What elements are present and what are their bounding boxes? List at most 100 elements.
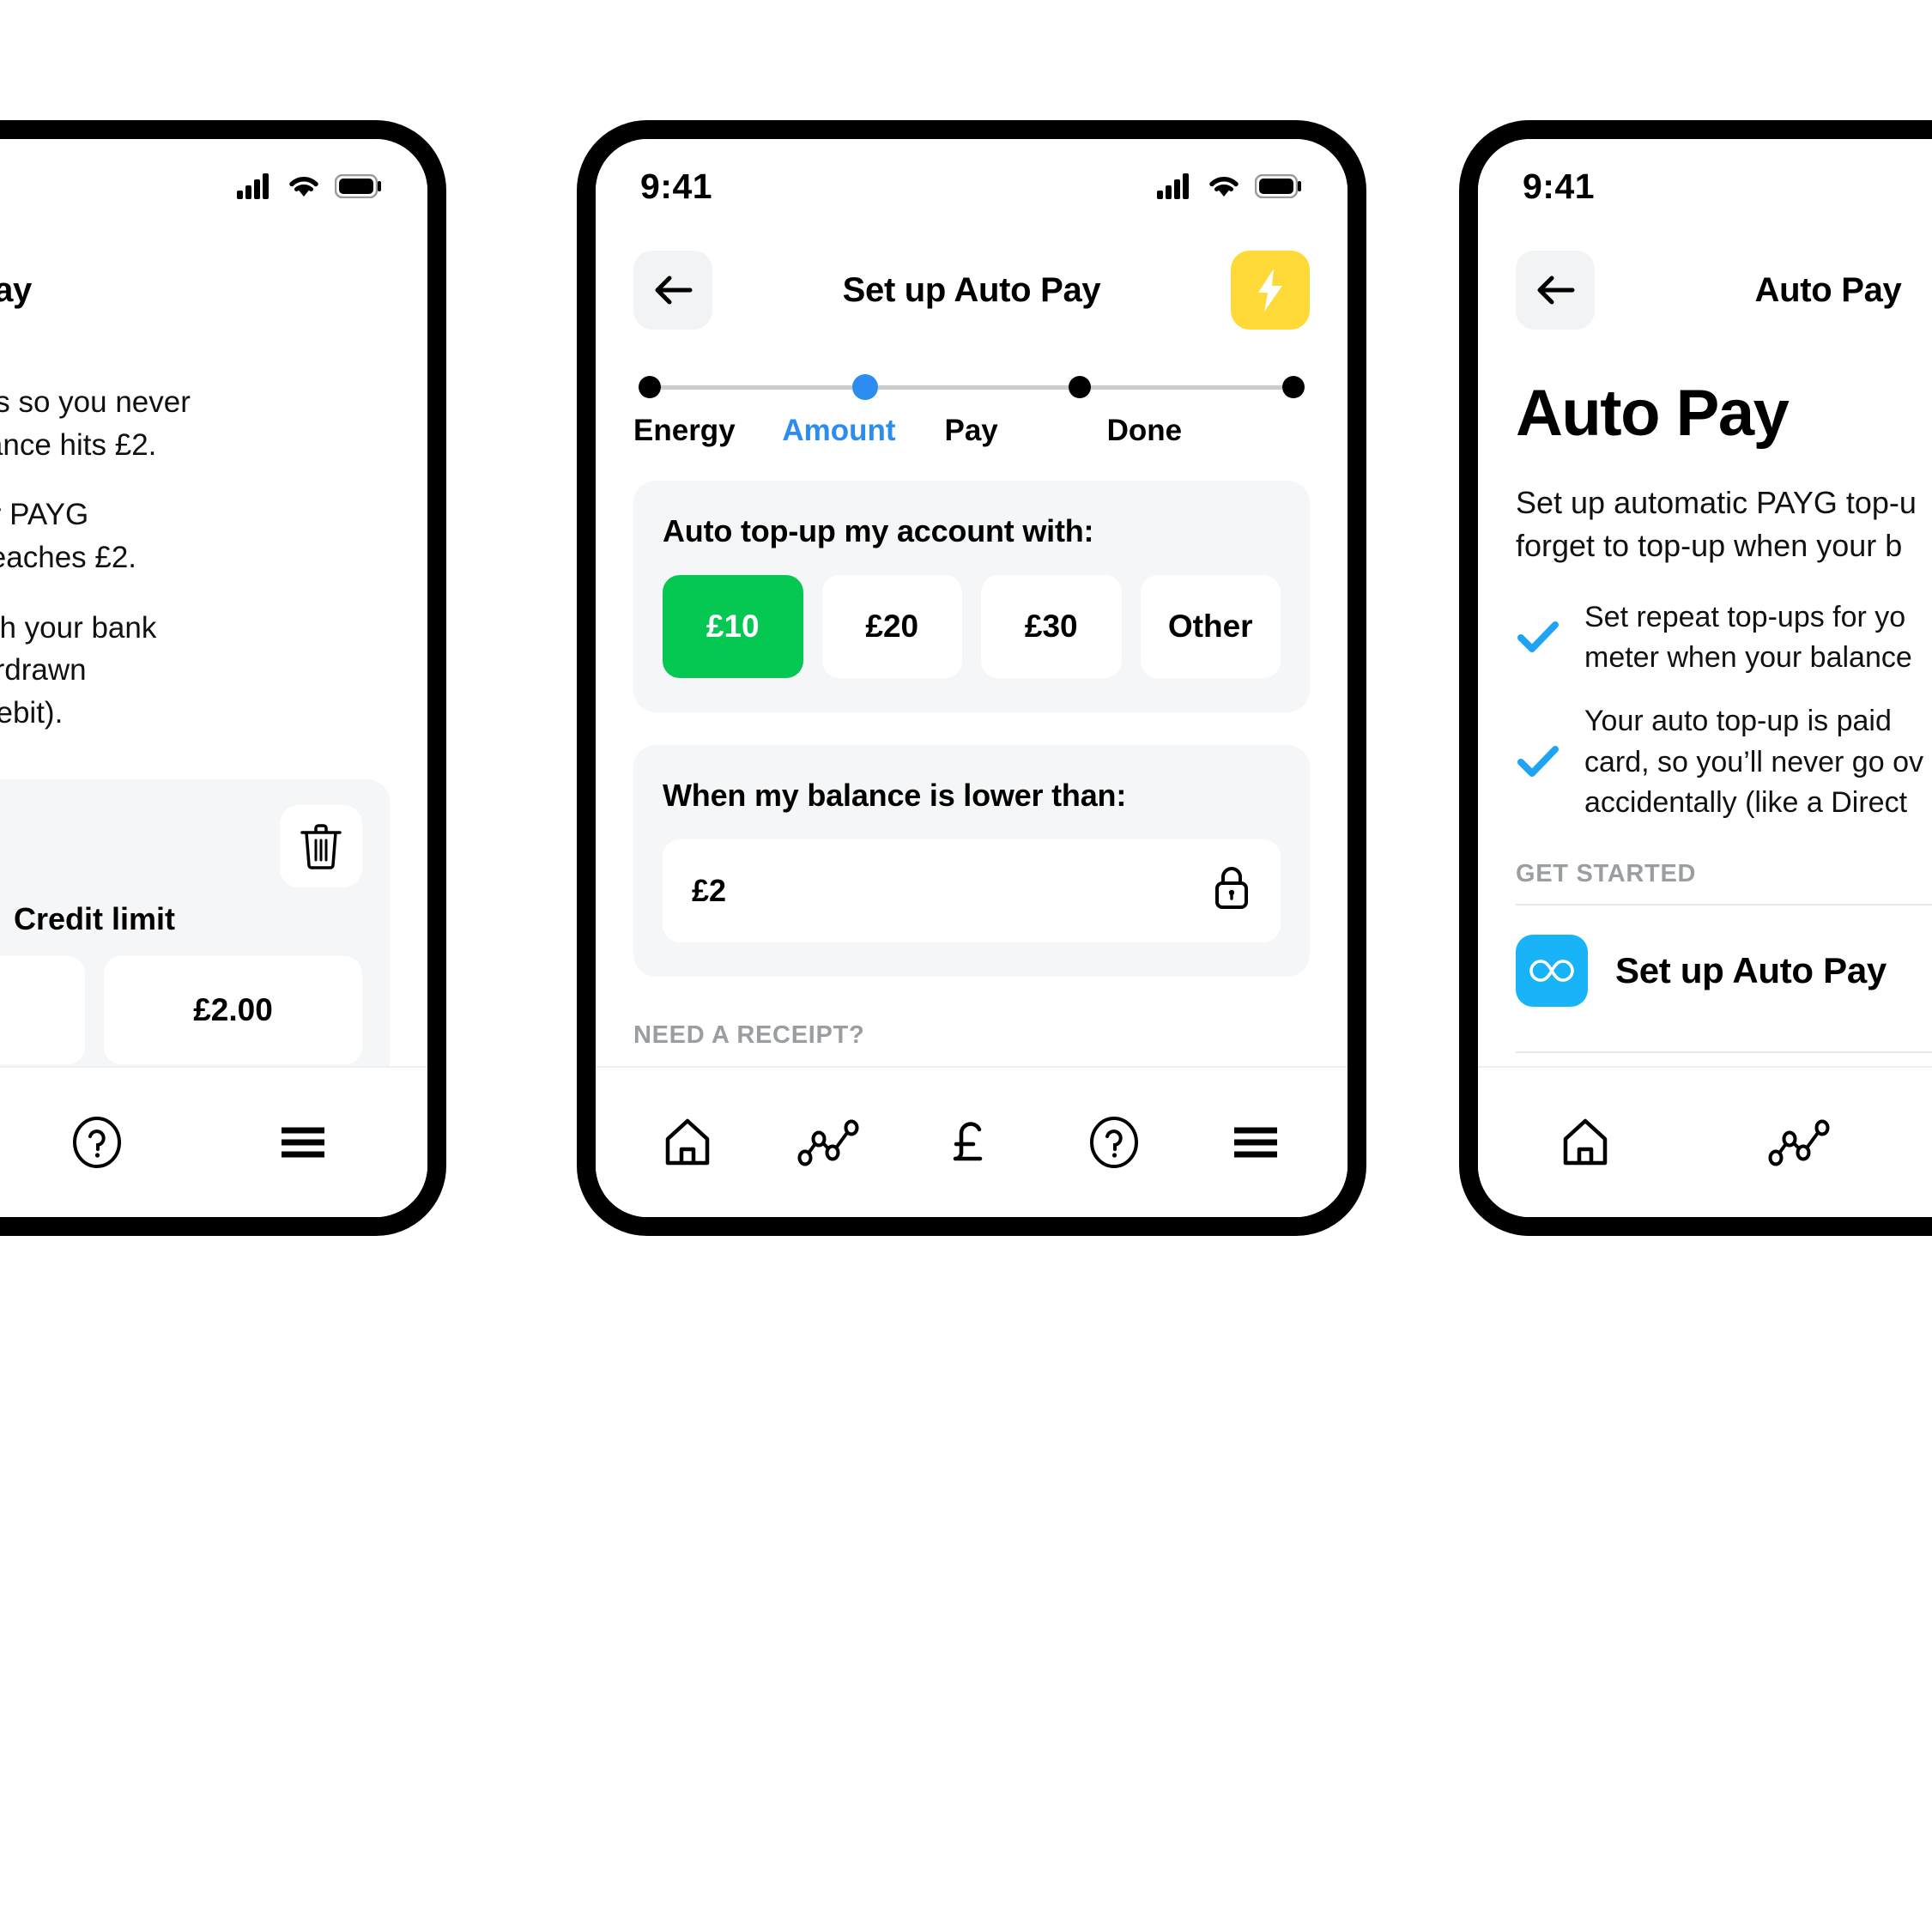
benefit-item: Your auto top-up is paid card, so you’ll… xyxy=(1516,701,1932,824)
tab-usage[interactable] xyxy=(782,1095,876,1190)
right-content: Auto Pay Set up automatic PAYG top-u for… xyxy=(1478,376,1932,1053)
list-item-setup-auto-pay[interactable]: Set up Auto Pay xyxy=(1516,905,1932,1036)
credit-limit-card: Credit limit £2.00 xyxy=(0,778,390,1099)
status-time: 9:41 xyxy=(640,166,713,206)
amount-option-20[interactable]: £20 xyxy=(821,575,962,678)
menu-icon xyxy=(282,1127,324,1158)
help-icon xyxy=(73,1117,121,1168)
status-bar-left xyxy=(0,139,427,218)
step-label-done[interactable]: Done xyxy=(1107,414,1310,448)
battery-icon xyxy=(1255,174,1301,198)
credit-limit-field-partial[interactable] xyxy=(0,955,85,1064)
usage-chart-icon xyxy=(1768,1119,1830,1166)
back-arrow-icon xyxy=(1537,276,1575,305)
check-icon xyxy=(1517,746,1559,778)
home-icon xyxy=(665,1118,710,1166)
back-button[interactable] xyxy=(633,251,712,330)
step-dot-amount[interactable] xyxy=(851,374,878,400)
amount-option-30[interactable]: £30 xyxy=(981,575,1122,678)
tab-bar-right xyxy=(1478,1066,1932,1217)
nav-bar-right: Auto Pay xyxy=(1478,218,1932,338)
phone-middle: 9:41 Set up Auto Pay Energy Amount Pay D… xyxy=(577,120,1366,1236)
credit-limit-fields: £2.00 xyxy=(0,955,362,1064)
nav-spacer-right xyxy=(311,251,390,330)
step-dot-done[interactable] xyxy=(1282,376,1305,398)
topup-amount-options: £10 £20 £30 Other xyxy=(663,575,1281,678)
amount-option-10[interactable]: £10 xyxy=(663,575,803,678)
status-icon-group xyxy=(237,173,383,199)
list-item-label: Set up Auto Pay xyxy=(1615,949,1887,990)
tab-help[interactable] xyxy=(1067,1095,1161,1190)
screen-heading: Auto Pay xyxy=(1516,377,1790,450)
benefit-item: Set repeat top-ups for yo meter when you… xyxy=(1516,597,1932,679)
get-started-caption: GET STARTED xyxy=(1516,859,1697,887)
screen-intro: Set up automatic PAYG top-u forget to to… xyxy=(1516,485,1917,564)
step-dot-energy[interactable] xyxy=(639,376,661,398)
infinity-glyph xyxy=(1529,959,1574,982)
back-button[interactable] xyxy=(1516,251,1595,330)
stepper-track xyxy=(633,372,1310,402)
credit-limit-label: Credit limit xyxy=(13,900,175,936)
nav-bar-left: Auto Pay xyxy=(0,218,427,338)
balance-threshold-value: £2 xyxy=(692,873,727,908)
back-arrow-icon xyxy=(655,276,693,305)
quick-action-button[interactable] xyxy=(1231,251,1310,330)
battery-icon xyxy=(335,174,381,198)
amount-option-other[interactable]: Other xyxy=(1140,575,1281,678)
topup-amount-title: Auto top-up my account with: xyxy=(663,513,1094,548)
page-title-left: Auto Pay xyxy=(0,270,32,309)
page-title-middle: Set up Auto Pay xyxy=(842,270,1101,309)
infinity-icon xyxy=(1516,934,1588,1007)
status-time: 9:41 xyxy=(1523,166,1596,206)
progress-stepper: Energy Amount Pay Done xyxy=(596,338,1348,448)
check-icon xyxy=(1517,621,1559,653)
screenshot-canvas: Auto Pay c PAYG top-ups so you never whe… xyxy=(0,0,1932,1932)
lock-indicator xyxy=(1212,864,1251,918)
wifi-icon xyxy=(289,177,318,197)
tab-pound[interactable] xyxy=(924,1095,1019,1190)
tab-menu[interactable] xyxy=(256,1095,350,1190)
phone-right: 9:41 Auto Pay Auto Pay Set up automatic … xyxy=(1459,120,1932,1236)
left-paragraph-2: op-ups for your PAYG your balance reache… xyxy=(0,498,137,575)
balance-threshold-title: When my balance is lower than: xyxy=(663,778,1127,813)
home-icon xyxy=(1563,1118,1608,1166)
phone-left: Auto Pay c PAYG top-ups so you never whe… xyxy=(0,120,446,1236)
receipt-caption: NEED A RECEIPT? xyxy=(633,1021,865,1049)
status-icon-group xyxy=(1157,173,1303,199)
nav-bar-middle: Set up Auto Pay xyxy=(596,218,1348,338)
step-label-amount[interactable]: Amount xyxy=(782,414,944,448)
menu-icon xyxy=(1234,1127,1278,1158)
trash-icon xyxy=(300,824,342,869)
step-label-pay[interactable]: Pay xyxy=(944,414,1106,448)
tab-usage[interactable] xyxy=(1753,1095,1847,1190)
tab-bar-left xyxy=(0,1066,427,1217)
tab-bar-middle xyxy=(596,1066,1348,1217)
signal-icon xyxy=(1157,173,1189,199)
benefit-text: Set repeat top-ups for yo meter when you… xyxy=(1584,600,1912,675)
topup-amount-card: Auto top-up my account with: £10 £20 £30… xyxy=(633,481,1310,712)
tab-home[interactable] xyxy=(640,1095,735,1190)
credit-limit-value[interactable]: £2.00 xyxy=(104,955,362,1064)
pound-icon xyxy=(953,1122,983,1161)
left-paragraph-1: c PAYG top-ups so you never when your ba… xyxy=(0,385,191,462)
usage-chart-icon xyxy=(797,1119,859,1166)
balance-threshold-field[interactable]: £2 xyxy=(663,839,1281,942)
tab-home[interactable] xyxy=(1538,1095,1632,1190)
section-divider-bottom xyxy=(1516,1051,1932,1053)
page-title-right: Auto Pay xyxy=(1754,270,1902,309)
step-label-energy[interactable]: Energy xyxy=(633,414,782,448)
signal-icon xyxy=(237,173,269,199)
help-icon xyxy=(1089,1117,1138,1168)
status-bar-middle: 9:41 xyxy=(596,139,1348,218)
left-paragraph-3: p-up is paid with your bank ll never go … xyxy=(0,610,157,730)
lock-icon xyxy=(1215,866,1248,909)
step-dot-pay[interactable] xyxy=(1069,376,1092,398)
balance-threshold-card: When my balance is lower than: £2 xyxy=(633,745,1310,977)
delete-button[interactable] xyxy=(280,804,362,887)
tab-menu[interactable] xyxy=(1208,1095,1303,1190)
step-line-2 xyxy=(877,385,1069,390)
step-line-3 xyxy=(1091,385,1283,390)
lightning-bolt-icon xyxy=(1258,269,1282,312)
tab-help[interactable] xyxy=(50,1095,144,1190)
benefit-list: Set repeat top-ups for yo meter when you… xyxy=(1516,597,1932,824)
